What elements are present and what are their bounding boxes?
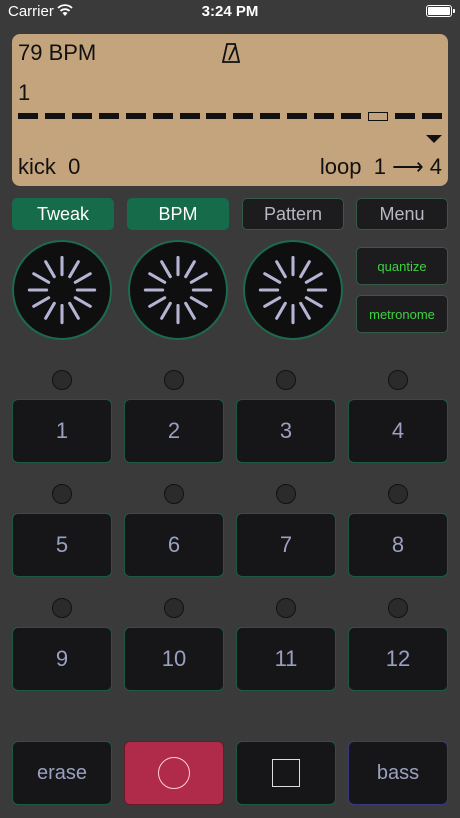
- pad-led: [388, 598, 408, 618]
- pad-button[interactable]: 1: [12, 399, 112, 463]
- record-button[interactable]: [124, 741, 224, 805]
- loop-arrow-icon: ⟶: [392, 154, 424, 179]
- quantize-button[interactable]: quantize: [356, 247, 448, 285]
- step-marker: [314, 113, 335, 119]
- pad-led: [164, 484, 184, 504]
- step-marker: [206, 113, 227, 119]
- lcd-display: 79 BPM 1 kick 0 loop 1 ⟶ 4: [12, 34, 448, 186]
- instrument-name: kick: [18, 154, 56, 179]
- tab-pattern[interactable]: Pattern: [242, 198, 344, 230]
- record-icon: [158, 757, 190, 789]
- dropdown-triangle-icon[interactable]: [426, 135, 442, 143]
- step-sequence: [18, 110, 442, 122]
- pad-button[interactable]: 9: [12, 627, 112, 691]
- loop-from: 1: [373, 154, 386, 179]
- pad-led: [388, 370, 408, 390]
- pad-led: [164, 370, 184, 390]
- bpm-readout: 79 BPM: [18, 40, 97, 65]
- knob-3[interactable]: [243, 240, 343, 340]
- battery-icon: [426, 5, 455, 17]
- step-marker: [287, 113, 308, 119]
- stop-icon: [272, 759, 300, 787]
- step-marker: [421, 113, 442, 119]
- loop-to: 4: [429, 154, 442, 179]
- step-marker: [71, 113, 92, 119]
- pad-led: [276, 370, 296, 390]
- step-marker: [44, 113, 65, 119]
- pad-led: [276, 484, 296, 504]
- tab-menu[interactable]: Menu: [356, 198, 448, 230]
- bar-number: 1: [18, 80, 31, 105]
- pad-button[interactable]: 12: [348, 627, 448, 691]
- pad-led: [52, 370, 72, 390]
- step-marker: [179, 113, 200, 119]
- step-marker: [394, 113, 415, 119]
- knob-2[interactable]: [128, 240, 228, 340]
- pad-button[interactable]: 4: [348, 399, 448, 463]
- loop-label: loop: [319, 154, 362, 179]
- tab-tweak[interactable]: Tweak: [12, 198, 114, 230]
- instrument-readout: kick 0: [18, 154, 80, 180]
- stop-button[interactable]: [236, 741, 336, 805]
- pad-led: [388, 484, 408, 504]
- step-marker-current: [367, 111, 388, 121]
- status-bar: Carrier 3:24 PM: [0, 0, 460, 24]
- pad-button[interactable]: 10: [124, 627, 224, 691]
- pad-button[interactable]: 2: [124, 399, 224, 463]
- pad-led: [52, 598, 72, 618]
- instrument-value: 0: [68, 154, 81, 179]
- step-marker: [341, 113, 362, 119]
- pad-button[interactable]: 3: [236, 399, 336, 463]
- metronome-icon: [221, 43, 241, 63]
- erase-button[interactable]: erase: [12, 741, 112, 805]
- pad-button[interactable]: 7: [236, 513, 336, 577]
- pad-button[interactable]: 11: [236, 627, 336, 691]
- pad-led: [52, 484, 72, 504]
- knob-1[interactable]: [12, 240, 112, 340]
- step-marker: [152, 113, 173, 119]
- step-marker: [98, 113, 119, 119]
- pad-led: [276, 598, 296, 618]
- step-marker: [260, 113, 281, 119]
- metronome-button[interactable]: metronome: [356, 295, 448, 333]
- step-marker: [18, 113, 38, 119]
- step-marker: [233, 113, 254, 119]
- loop-readout: loop 1 ⟶ 4: [320, 154, 442, 180]
- pad-button[interactable]: 5: [12, 513, 112, 577]
- pad-button[interactable]: 8: [348, 513, 448, 577]
- pad-button[interactable]: 6: [124, 513, 224, 577]
- clock: 3:24 PM: [201, 3, 259, 20]
- instrument-button[interactable]: bass: [348, 741, 448, 805]
- tab-bpm[interactable]: BPM: [127, 198, 229, 230]
- pad-led: [164, 598, 184, 618]
- step-marker: [125, 113, 146, 119]
